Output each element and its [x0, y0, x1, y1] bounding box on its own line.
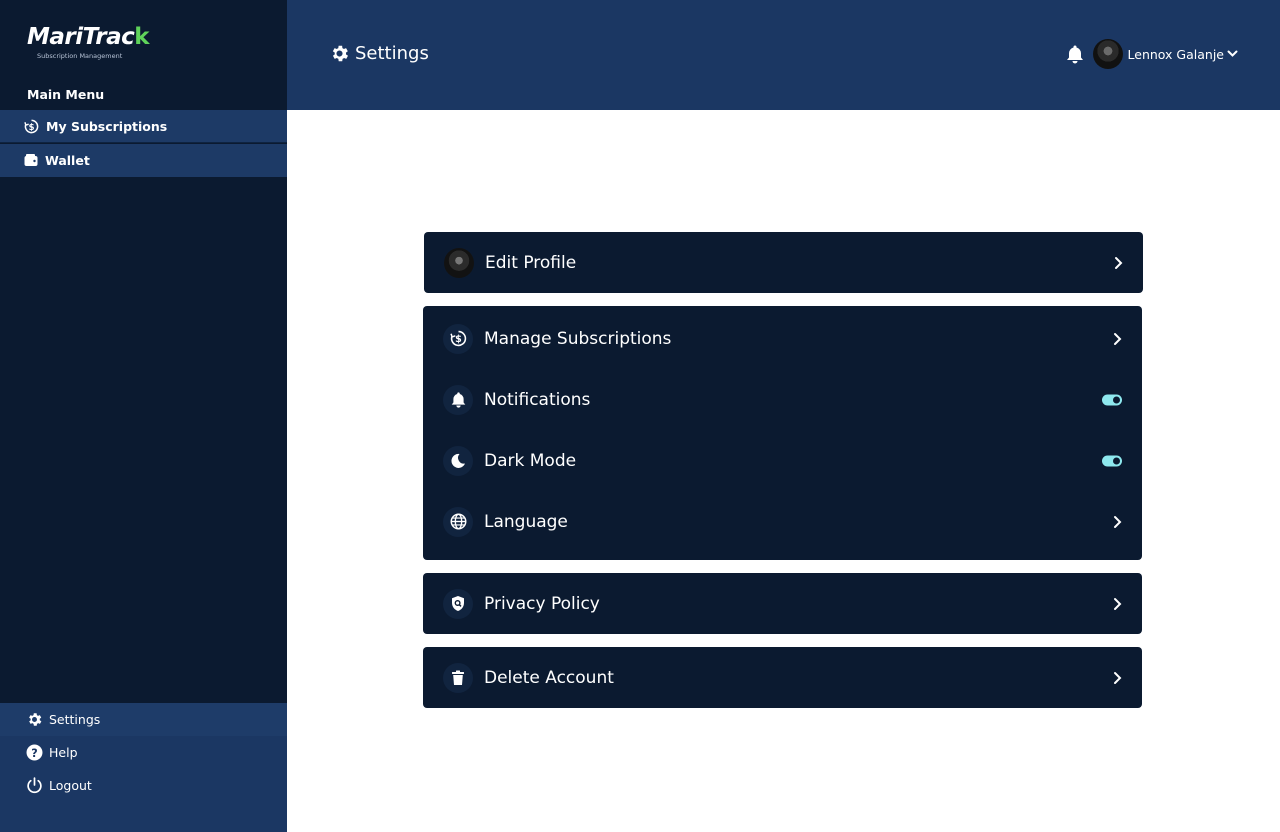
power-icon [27, 777, 42, 794]
sidebar-bottom: Settings ? Help Logout [0, 703, 287, 832]
privacy-policy-label: Privacy Policy [484, 593, 600, 614]
icon-wrap [443, 384, 473, 415]
svg-text:?: ? [31, 747, 37, 760]
chevron-right-icon [1114, 332, 1122, 345]
edit-profile-label: Edit Profile [485, 252, 577, 273]
icon-wrap [443, 662, 473, 693]
sidebar-item-settings[interactable]: Settings [0, 703, 287, 736]
sidebar-item-my-subscriptions[interactable]: $ My Subscriptions [0, 110, 287, 143]
sidebar-bottom-label: Settings [49, 712, 101, 727]
logo-subtitle: Subscription Management [37, 52, 123, 60]
logo-check: k [134, 24, 150, 50]
dark-mode-toggle[interactable] [1102, 455, 1122, 466]
language-row[interactable]: Language [423, 491, 1142, 552]
shield-icon [452, 596, 464, 611]
icon-wrap: $ [443, 323, 473, 354]
svg-text:$: $ [455, 334, 462, 345]
moon-icon [451, 453, 465, 468]
sidebar-item-label: Wallet [45, 153, 90, 168]
privacy-policy-row[interactable]: Privacy Policy [423, 573, 1142, 634]
chevron-right-icon [1114, 515, 1122, 528]
delete-account-row[interactable]: Delete Account [423, 647, 1142, 708]
gear-icon [332, 45, 348, 62]
chevron-right-icon [1114, 597, 1122, 610]
header: Settings Lennox Galanje [287, 0, 1280, 110]
avatar [444, 247, 474, 278]
wallet-icon [24, 154, 38, 166]
dark-mode-label: Dark Mode [484, 450, 577, 471]
user-area: Lennox Galanje [1065, 39, 1238, 69]
privacy-policy-card: Privacy Policy [423, 573, 1142, 634]
dark-mode-row: Dark Mode [423, 430, 1142, 491]
subscription-dollar-icon: $ [449, 330, 466, 347]
delete-account-label: Delete Account [484, 667, 614, 688]
sidebar-item-wallet[interactable]: Wallet [0, 144, 287, 177]
chevron-down-icon[interactable] [1227, 50, 1238, 58]
help-icon: ? [26, 744, 43, 761]
main-menu-title: Main Menu [27, 87, 105, 102]
settings-group-card: $ Manage Subscriptions Notifications Dar… [423, 306, 1142, 560]
avatar[interactable] [1092, 39, 1123, 69]
icon-wrap [443, 445, 473, 476]
chevron-right-icon [1115, 256, 1123, 269]
delete-account-card: Delete Account [423, 647, 1142, 708]
page-title: Settings [329, 43, 429, 64]
sidebar-item-help[interactable]: ? Help [0, 736, 287, 769]
user-name[interactable]: Lennox Galanje [1128, 47, 1224, 62]
sidebar: MariTrack Subscription Management Main M… [0, 0, 287, 832]
sidebar-bottom-label: Help [49, 745, 78, 760]
edit-profile-row[interactable]: Edit Profile [424, 232, 1143, 293]
logo[interactable]: MariTrack Subscription Management [27, 24, 150, 60]
page-title-text: Settings [355, 43, 429, 64]
manage-subscriptions-row[interactable]: $ Manage Subscriptions [423, 308, 1142, 369]
chevron-right-icon [1114, 671, 1122, 684]
notifications-label: Notifications [484, 389, 591, 410]
subscription-dollar-icon: $ [24, 119, 39, 133]
notifications-toggle[interactable] [1102, 394, 1122, 405]
sidebar-item-label: My Subscriptions [46, 118, 168, 134]
globe-icon [450, 513, 466, 530]
trash-icon [452, 670, 464, 685]
gear-icon [29, 713, 42, 726]
icon-wrap [443, 506, 473, 537]
notifications-row: Notifications [423, 369, 1142, 430]
sidebar-bottom-label: Logout [49, 778, 92, 793]
edit-profile-card: Edit Profile [424, 232, 1143, 293]
sidebar-item-logout[interactable]: Logout [0, 769, 287, 802]
manage-subscriptions-label: Manage Subscriptions [484, 328, 672, 349]
logo-text: MariTrac [27, 24, 135, 50]
bell-icon [451, 391, 465, 408]
language-label: Language [484, 511, 568, 532]
svg-text:$: $ [29, 121, 35, 131]
bell-icon[interactable] [1065, 44, 1085, 65]
icon-wrap [443, 588, 473, 619]
